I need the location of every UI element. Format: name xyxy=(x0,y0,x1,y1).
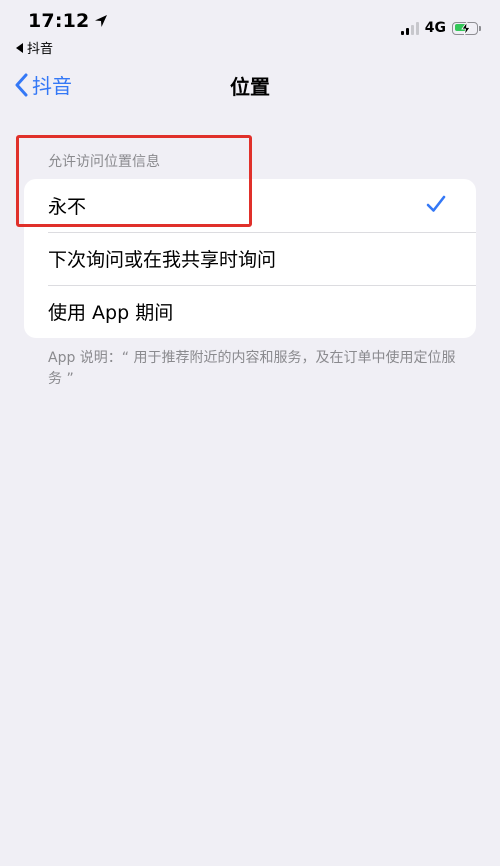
option-ask-next-time[interactable]: 下次询问或在我共享时询问 xyxy=(24,232,476,285)
back-triangle-icon xyxy=(16,42,23,53)
status-right-group: 4G xyxy=(400,20,481,36)
option-never-label: 永不 xyxy=(48,196,87,218)
section-header: 允许访问位置信息 xyxy=(48,154,160,170)
location-arrow-icon xyxy=(95,15,108,27)
option-ask-next-time-label: 下次询问或在我共享时询问 xyxy=(48,249,277,271)
battery-charging-icon xyxy=(452,21,481,35)
status-time-text: 17:12 xyxy=(28,10,90,32)
checkmark-icon xyxy=(426,195,446,212)
option-while-using-app-label: 使用 App 期间 xyxy=(48,302,174,324)
page-title: 位置 xyxy=(230,75,270,99)
navigation-bar: 抖音 位置 xyxy=(0,62,500,106)
charging-bolt-icon xyxy=(461,21,471,35)
status-bar: 17:12 抖音 4G xyxy=(0,0,500,60)
network-type: 4G xyxy=(424,20,446,36)
signal-icon xyxy=(400,21,419,35)
location-options-group: 永不 下次询问或在我共享时询问 使用 App 期间 xyxy=(24,179,476,338)
option-while-using-app[interactable]: 使用 App 期间 xyxy=(24,285,476,338)
back-to-app-link[interactable]: 抖音 xyxy=(16,38,53,57)
back-to-app-label: 抖音 xyxy=(27,42,54,57)
app-description: App 说明：“ 用于推荐附近的内容和服务，及在订单中使用定位服务 ” xyxy=(48,350,456,387)
status-time: 17:12 xyxy=(28,10,109,32)
option-never[interactable]: 永不 xyxy=(24,179,476,232)
